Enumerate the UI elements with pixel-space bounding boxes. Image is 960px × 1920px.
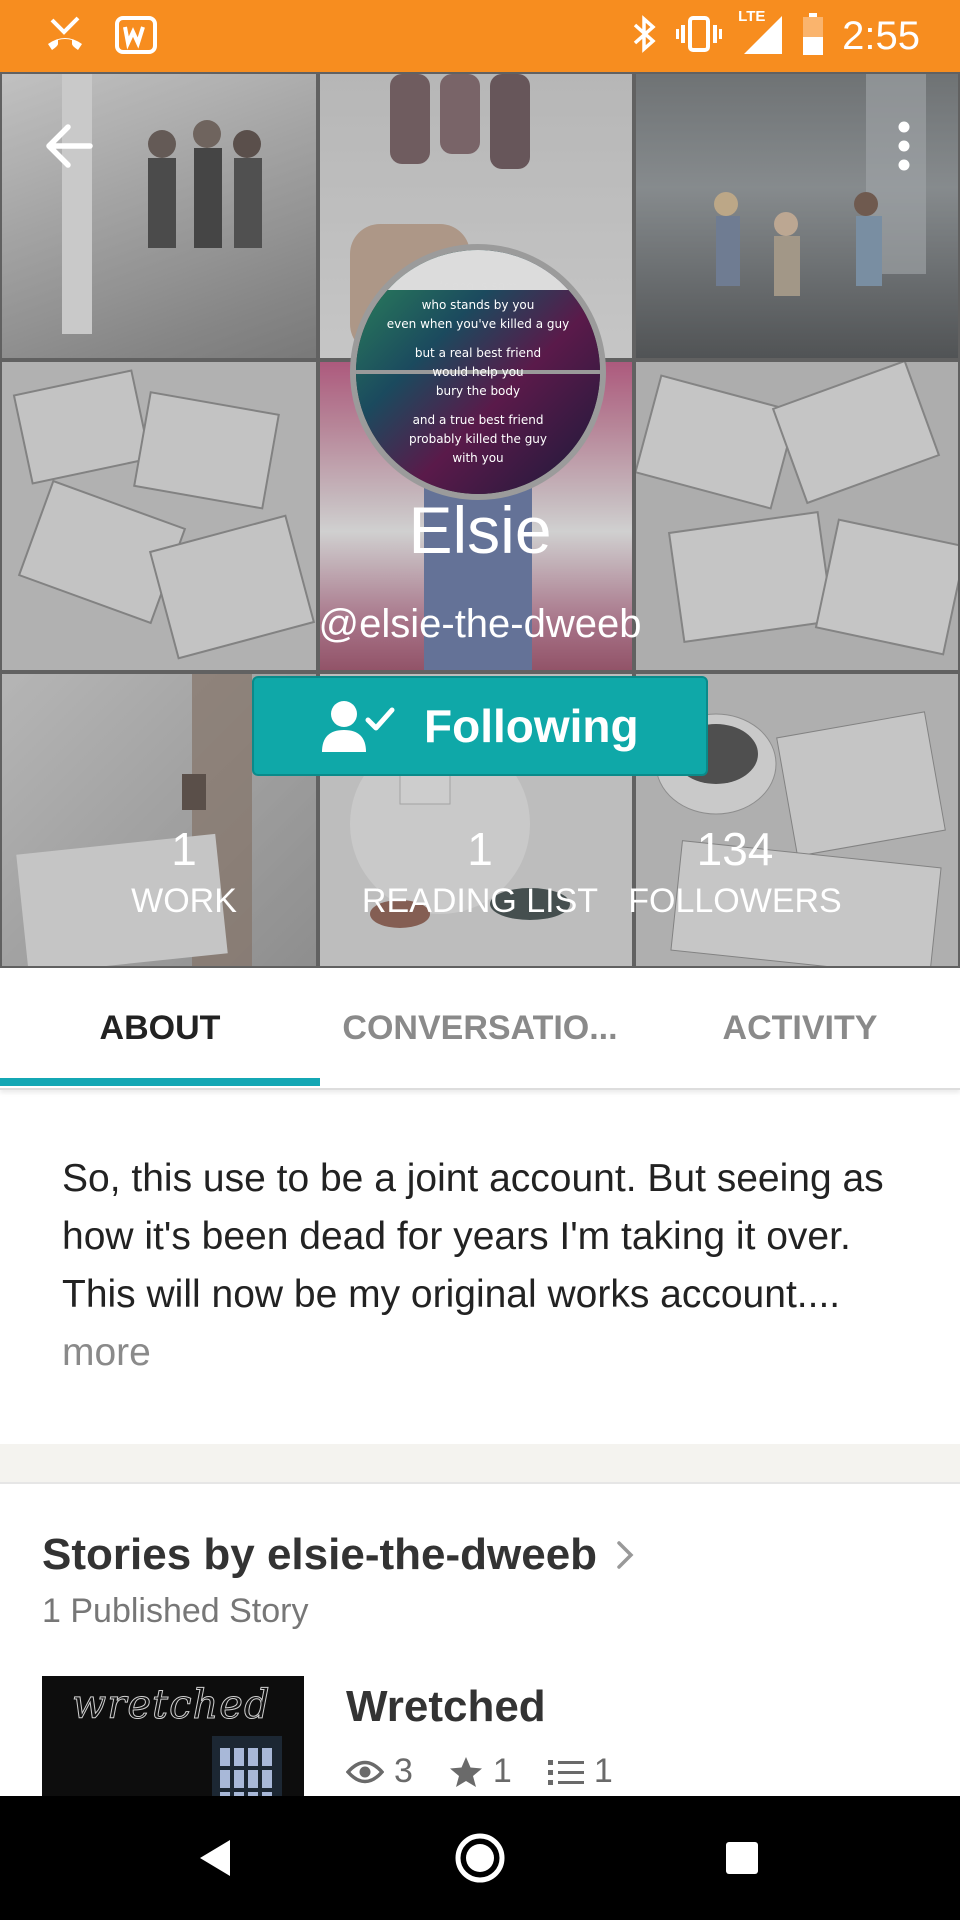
tab-label: CONVERSATIO... — [342, 1008, 618, 1047]
profile-avatar[interactable]: friend is som who stands by you even whe… — [350, 244, 606, 500]
stat-label: FOLLOWERS — [628, 882, 842, 920]
profile-name: Elsie — [408, 493, 552, 567]
profile-tabs: ABOUT CONVERSATIO... ACTIVITY — [0, 968, 960, 1090]
back-arrow-icon[interactable] — [40, 116, 100, 176]
stat-followers[interactable]: 134 FOLLOWERS — [620, 824, 850, 921]
about-text: So, this use to be a joint account. But … — [62, 1157, 884, 1316]
tab-conversations[interactable]: CONVERSATIO... — [320, 968, 640, 1088]
parts-count: 1 — [593, 1752, 613, 1790]
stat-value: 1 — [171, 823, 197, 875]
battery-icon — [802, 12, 824, 60]
tab-activity[interactable]: ACTIVITY — [640, 968, 960, 1088]
following-button[interactable]: Following — [252, 676, 708, 776]
stories-title: Stories by elsie-the-dweeb — [42, 1530, 598, 1579]
chevron-right-icon — [615, 1539, 635, 1571]
overflow-menu-icon[interactable] — [892, 118, 916, 174]
list-icon — [547, 1758, 584, 1786]
wattpad-icon — [114, 15, 158, 60]
cover-title-text: wretched — [72, 1682, 271, 1729]
missed-call-icon — [44, 14, 86, 61]
system-nav-bar — [0, 1796, 960, 1920]
stat-label: READING LIST — [361, 882, 599, 920]
published-story-count: 1 Published Story — [42, 1592, 309, 1630]
status-left — [44, 14, 158, 61]
nav-back-icon[interactable] — [184, 1826, 248, 1890]
nav-home-icon[interactable] — [448, 1826, 512, 1890]
parts-stat: 1 — [547, 1752, 613, 1791]
tab-label: ACTIVITY — [722, 1008, 878, 1047]
reads-stat: 3 — [346, 1752, 413, 1791]
reads-count: 3 — [394, 1752, 413, 1790]
bluetooth-icon — [632, 14, 658, 59]
signal-icon: LTE — [738, 8, 784, 61]
active-tab-indicator — [0, 1078, 320, 1086]
section-divider — [0, 1444, 960, 1484]
status-bar: LTE 2:55 — [0, 0, 960, 72]
story-title[interactable]: Wretched — [346, 1682, 546, 1732]
status-time: 2:55 — [842, 13, 920, 58]
avatar-quote-line: even when you've killed a guy — [386, 316, 570, 331]
avatar-quote-line: and a true best friend — [412, 412, 544, 427]
vibrate-icon — [676, 14, 723, 59]
avatar-quote-line: would help you — [432, 364, 524, 379]
story-stats: 3 1 1 — [346, 1752, 649, 1791]
avatar-quote-line: who stands by you — [421, 297, 535, 312]
profile-handle: @elsie-the-dweeb — [318, 602, 642, 646]
profile-header: friend is som who stands by you even whe… — [0, 72, 960, 968]
stat-works[interactable]: 1 WORK — [94, 824, 274, 921]
person-check-icon — [320, 698, 398, 754]
avatar-quote-line: with you — [452, 450, 504, 465]
stat-label: WORK — [131, 882, 237, 920]
status-right: LTE 2:55 — [632, 8, 920, 62]
stories-header[interactable]: Stories by elsie-the-dweeb — [42, 1530, 635, 1580]
following-label: Following — [424, 700, 639, 752]
star-icon — [449, 1756, 483, 1788]
votes-stat: 1 — [449, 1752, 512, 1791]
votes-count: 1 — [492, 1752, 512, 1790]
stat-reading-lists[interactable]: 1 READING LIST — [340, 824, 620, 921]
avatar-quote-text: friend is som who stands by you even whe… — [356, 250, 600, 494]
stat-value: 134 — [696, 823, 774, 875]
tab-label: ABOUT — [99, 1008, 221, 1047]
tab-about[interactable]: ABOUT — [0, 968, 320, 1088]
nav-recents-icon[interactable] — [710, 1826, 774, 1890]
about-description: So, this use to be a joint account. But … — [62, 1150, 902, 1382]
stat-value: 1 — [467, 823, 493, 875]
avatar-quote-line: probably killed the guy — [408, 431, 548, 446]
network-type: LTE — [738, 7, 766, 25]
eye-icon — [346, 1759, 384, 1785]
avatar-quote-line: bury the body — [435, 383, 521, 398]
more-link[interactable]: more — [62, 1331, 151, 1374]
avatar-quote-line: friend is som — [439, 278, 517, 293]
avatar-quote-line: but a real best friend — [414, 345, 542, 360]
